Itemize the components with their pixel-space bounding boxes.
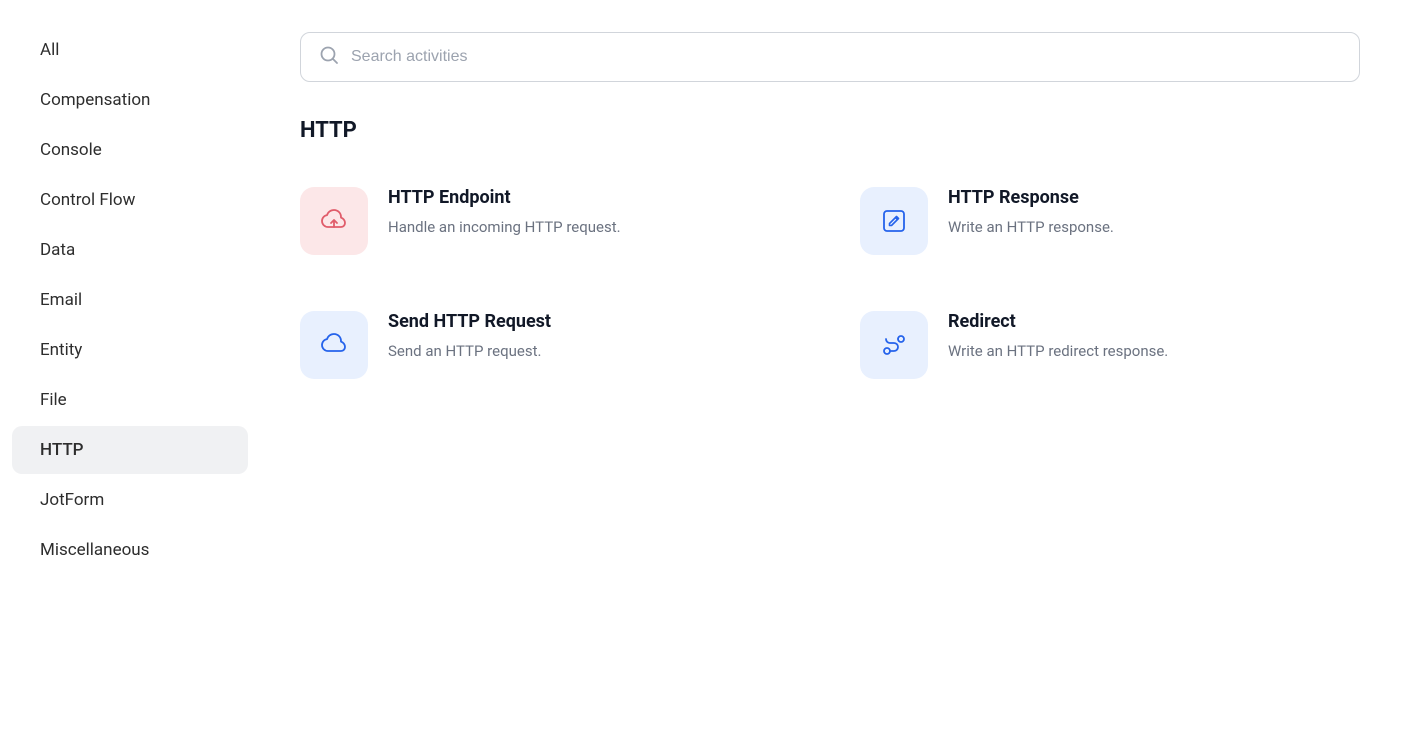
activity-name-send-http-request: Send HTTP Request <box>388 311 800 332</box>
activity-info-redirect: Redirect Write an HTTP redirect response. <box>948 311 1360 363</box>
activity-card-send-http-request[interactable]: Send HTTP Request Send an HTTP request. <box>300 295 800 395</box>
sidebar-item-jotform[interactable]: JotForm <box>12 476 248 524</box>
sidebar-item-data[interactable]: Data <box>12 226 248 274</box>
sidebar-item-entity[interactable]: Entity <box>12 326 248 374</box>
route-icon <box>860 311 928 379</box>
activity-name-http-endpoint: HTTP Endpoint <box>388 187 800 208</box>
sidebar-item-compensation[interactable]: Compensation <box>12 76 248 124</box>
sidebar-item-console[interactable]: Console <box>12 126 248 174</box>
activity-card-http-response[interactable]: HTTP Response Write an HTTP response. <box>860 171 1360 271</box>
sidebar-item-all[interactable]: All <box>12 26 248 74</box>
sidebar: AllCompensationConsoleControl FlowDataEm… <box>0 0 260 734</box>
sidebar-item-email[interactable]: Email <box>12 276 248 324</box>
sidebar-item-http[interactable]: HTTP <box>12 426 248 474</box>
cloud-upload-icon <box>300 187 368 255</box>
sidebar-item-miscellaneous[interactable]: Miscellaneous <box>12 526 248 574</box>
activity-card-redirect[interactable]: Redirect Write an HTTP redirect response. <box>860 295 1360 395</box>
activity-desc-send-http-request: Send an HTTP request. <box>388 340 800 363</box>
activity-info-http-endpoint: HTTP Endpoint Handle an incoming HTTP req… <box>388 187 800 239</box>
section-title: HTTP <box>300 118 1384 143</box>
activity-desc-http-endpoint: Handle an incoming HTTP request. <box>388 216 800 239</box>
sidebar-item-control-flow[interactable]: Control Flow <box>12 176 248 224</box>
main-content: HTTP HTTP Endpoint Handle an incoming HTT… <box>260 0 1424 734</box>
search-input[interactable] <box>351 48 1341 66</box>
activity-name-redirect: Redirect <box>948 311 1360 332</box>
activity-name-http-response: HTTP Response <box>948 187 1360 208</box>
activity-info-send-http-request: Send HTTP Request Send an HTTP request. <box>388 311 800 363</box>
activity-info-http-response: HTTP Response Write an HTTP response. <box>948 187 1360 239</box>
search-bar <box>300 32 1360 82</box>
activities-grid: HTTP Endpoint Handle an incoming HTTP req… <box>300 171 1360 395</box>
activity-card-http-endpoint[interactable]: HTTP Endpoint Handle an incoming HTTP req… <box>300 171 800 271</box>
edit-icon <box>860 187 928 255</box>
cloud-icon <box>300 311 368 379</box>
search-icon <box>319 45 339 69</box>
activity-desc-redirect: Write an HTTP redirect response. <box>948 340 1360 363</box>
sidebar-item-file[interactable]: File <box>12 376 248 424</box>
activity-desc-http-response: Write an HTTP response. <box>948 216 1360 239</box>
